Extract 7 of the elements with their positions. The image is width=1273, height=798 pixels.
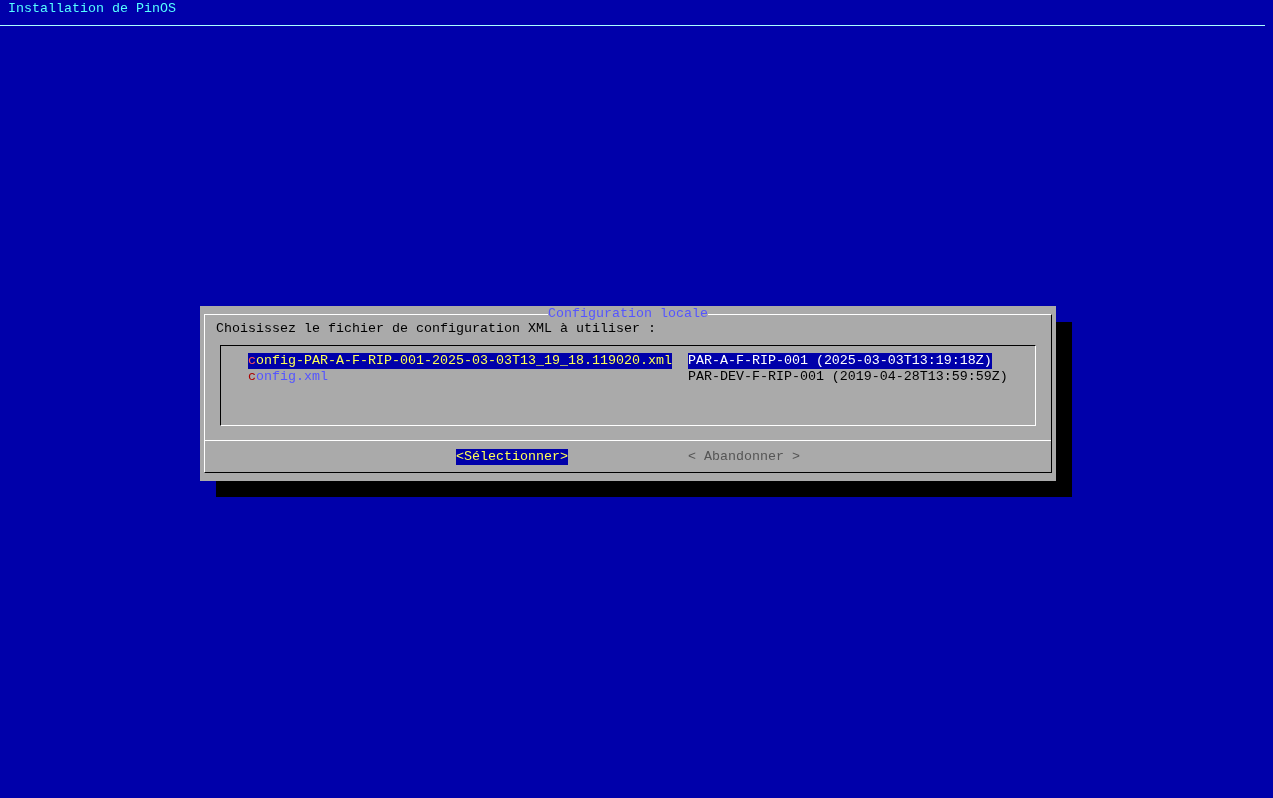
file-name[interactable]: config-PAR-A-F-RIP-001-2025-03-03T13_19_18.119020.xml [248, 353, 672, 369]
dialog-button[interactable]: <Sélectionner> [456, 449, 568, 465]
screen-title: Installation de PinOS [8, 1, 176, 16]
file-description[interactable]: PAR-DEV-F-RIP-001 (2019-04-28T13:59:59Z) [687, 369, 1008, 385]
file-description[interactable]: PAR-A-F-RIP-001 (2025-03-03T13:19:18Z) [687, 353, 992, 369]
dialog-title: Configuration locale [548, 306, 708, 322]
prompt-text: Choisissez le fichier de configuration XML à utiliser : [215, 321, 657, 337]
